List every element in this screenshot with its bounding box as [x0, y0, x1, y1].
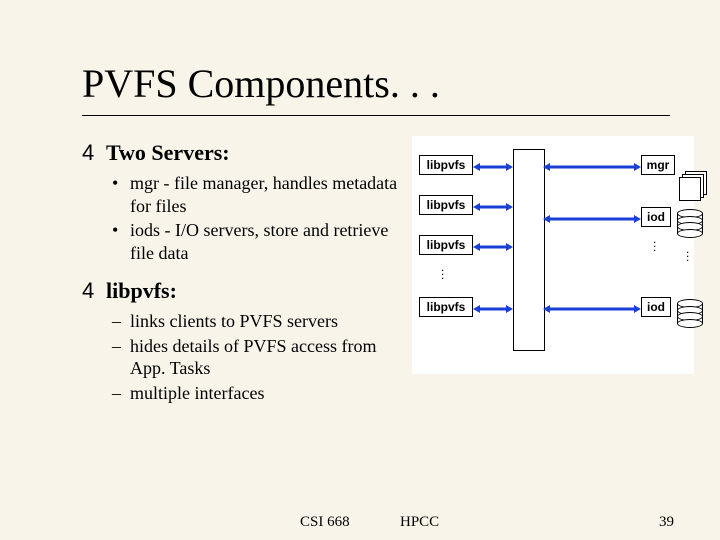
- vertical-dots: ...: [653, 237, 656, 249]
- vertical-dots: ...: [686, 247, 689, 259]
- iod-box: iod: [641, 207, 671, 227]
- footer-org: HPCC: [400, 514, 439, 531]
- libpvfs-list: links clients to PVFS servers hides deta…: [112, 310, 412, 404]
- section-heading-libpvfs: 4 libpvfs:: [82, 278, 412, 304]
- list-item: iods - I/O servers, store and retrieve f…: [112, 219, 412, 264]
- list-item: hides details of PVFS access from App. T…: [112, 335, 412, 380]
- content-columns: 4 Two Servers: mgr - file manager, handl…: [82, 136, 670, 418]
- section-heading-text: libpvfs:: [106, 278, 177, 304]
- list-item: mgr - file manager, handles metadata for…: [112, 172, 412, 217]
- footer-course: CSI 668: [300, 514, 350, 531]
- double-arrow-icon: [543, 163, 641, 165]
- diagram-column: libpvfs libpvfs libpvfs ... libpvfs mgr …: [412, 136, 694, 374]
- disk-stack-icon: [677, 299, 707, 335]
- two-servers-list: mgr - file manager, handles metadata for…: [112, 172, 412, 264]
- list-item: multiple interfaces: [112, 382, 412, 405]
- double-arrow-icon: [473, 305, 513, 307]
- iod-box: iod: [641, 297, 671, 317]
- libpvfs-box: libpvfs: [419, 155, 473, 175]
- double-arrow-icon: [543, 215, 641, 217]
- architecture-diagram: libpvfs libpvfs libpvfs ... libpvfs mgr …: [412, 136, 694, 374]
- libpvfs-box: libpvfs: [419, 297, 473, 317]
- text-column: 4 Two Servers: mgr - file manager, handl…: [82, 136, 412, 418]
- section-heading-two-servers: 4 Two Servers:: [82, 140, 412, 166]
- slide: PVFS Components. . . 4 Two Servers: mgr …: [0, 0, 720, 540]
- title-rule: [82, 115, 670, 116]
- list-item: links clients to PVFS servers: [112, 310, 412, 333]
- double-arrow-icon: [473, 203, 513, 205]
- libpvfs-box: libpvfs: [419, 235, 473, 255]
- double-arrow-icon: [473, 163, 513, 165]
- slide-title: PVFS Components. . .: [82, 60, 670, 107]
- vertical-dots: ...: [441, 265, 444, 277]
- network-box: [513, 149, 545, 351]
- file-stack-icon: [679, 171, 705, 199]
- section-heading-text: Two Servers:: [106, 140, 230, 166]
- double-arrow-icon: [543, 305, 641, 307]
- disk-stack-icon: [677, 209, 707, 245]
- check-bullet-icon: 4: [82, 278, 106, 304]
- footer-page-number: 39: [659, 514, 674, 531]
- double-arrow-icon: [473, 243, 513, 245]
- check-bullet-icon: 4: [82, 140, 106, 166]
- mgr-box: mgr: [641, 155, 675, 175]
- libpvfs-box: libpvfs: [419, 195, 473, 215]
